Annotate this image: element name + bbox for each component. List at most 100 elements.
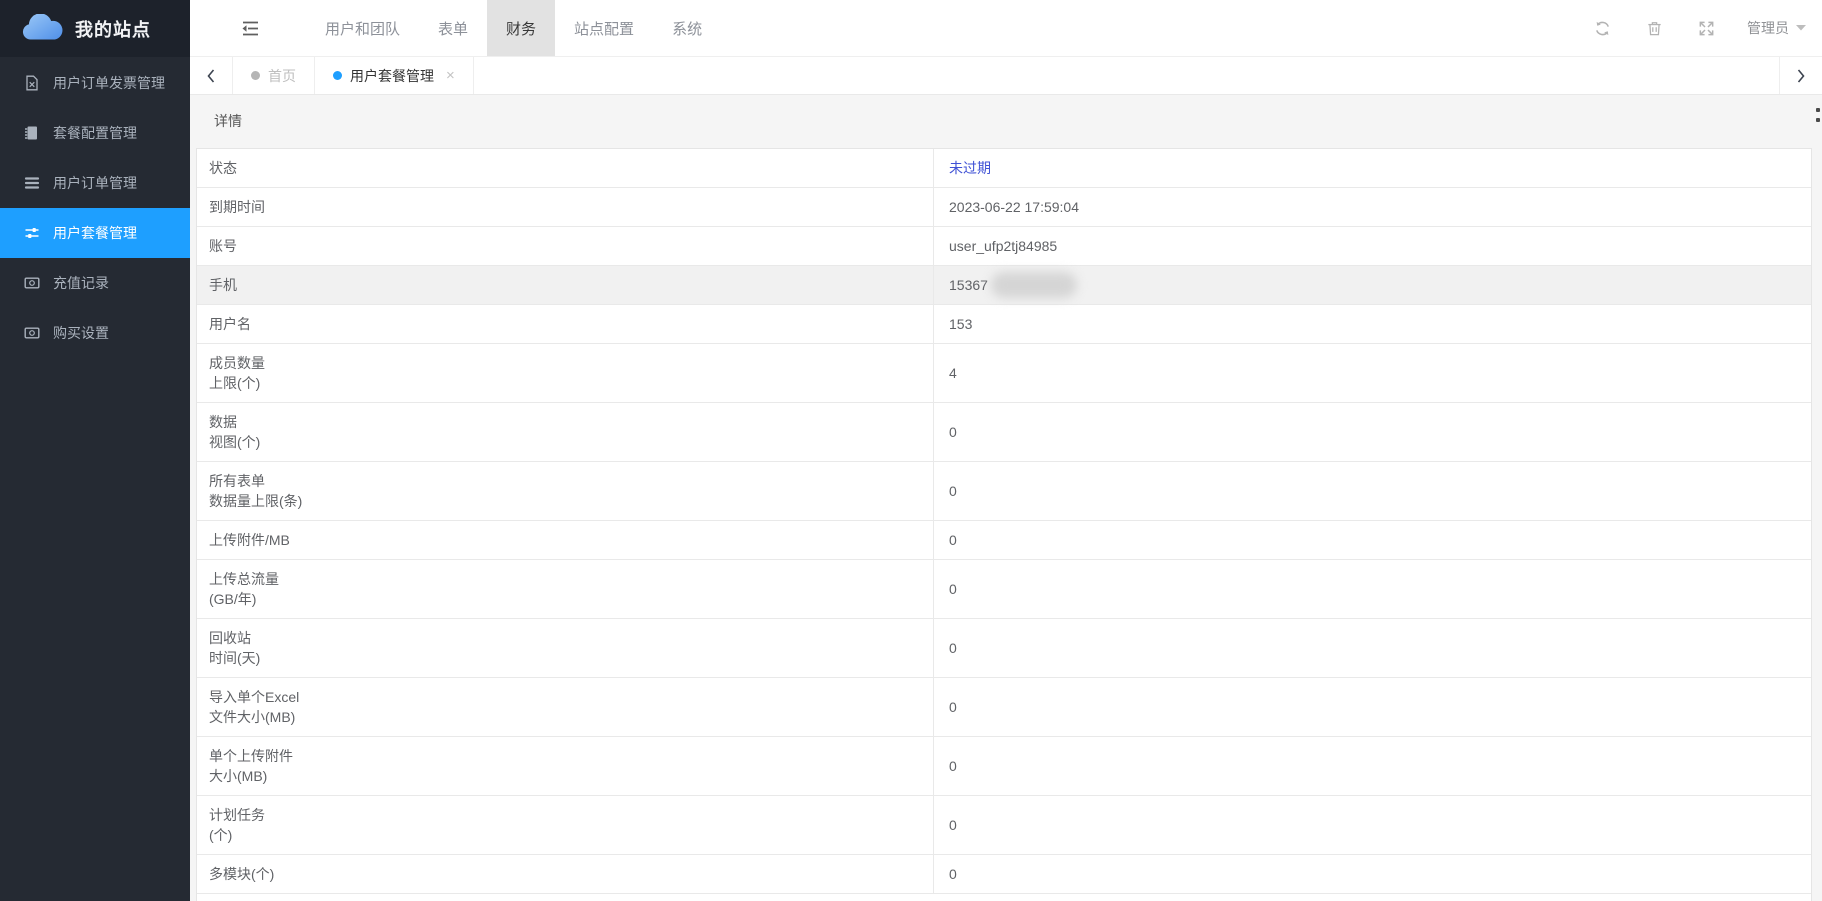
row-label: 上传总流量 (GB/年)	[197, 560, 934, 618]
table-row: 所有表单 数据量上限(条)0	[197, 462, 1811, 521]
table-row: 多模块(个)0	[197, 855, 1811, 894]
row-value: 0	[934, 737, 1811, 795]
row-label: 所有表单 数据量上限(条)	[197, 462, 934, 520]
row-value: user_ufp2tj84985	[934, 227, 1811, 265]
table-row: 上传附件/MB 0	[197, 521, 1811, 560]
row-label: 回收站 时间(天)	[197, 619, 934, 677]
caret-down-icon	[1796, 25, 1806, 31]
nav-item-system[interactable]: 系统	[653, 0, 721, 56]
row-value: 0	[934, 560, 1811, 618]
sidebar-item-label: 套餐配置管理	[53, 123, 137, 143]
detail-table: 状态未过期到期时间2023-06-22 17:59:04账号user_ufp2t…	[196, 148, 1812, 901]
collapse-sidebar-button[interactable]	[238, 18, 264, 38]
top-navbar: 用户和团队 表单 财务 站点配置 系统 管理员	[190, 0, 1822, 57]
sidebar-item-purchase-settings[interactable]: 购买设置	[0, 308, 190, 358]
row-value: 未过期	[934, 149, 1811, 187]
row-value: 153	[934, 305, 1811, 343]
nav-item-label: 用户和团队	[325, 18, 400, 39]
sidebar-item-recharge-records[interactable]: 充值记录	[0, 258, 190, 308]
row-value-text: 0	[949, 699, 957, 715]
row-label: 到期时间	[197, 188, 934, 226]
sidebar: 我的站点 用户订单发票管理 套餐配置管理 用户订单管理	[0, 0, 190, 901]
row-label: 数据 视图(个)	[197, 403, 934, 461]
fullscreen-button[interactable]	[1698, 20, 1715, 37]
row-value: 4	[934, 344, 1811, 402]
navbar-right: 管理员	[1559, 18, 1822, 38]
nav-item-label: 系统	[672, 18, 702, 39]
row-label: 计划任务 (个)	[197, 796, 934, 854]
row-value-text: 0	[949, 581, 957, 597]
sidebar-item-package-config[interactable]: 套餐配置管理	[0, 108, 190, 158]
table-row: 计划任务 (个) 0	[197, 796, 1811, 855]
sidebar-item-label: 用户订单管理	[53, 173, 137, 193]
nav-item-users-teams[interactable]: 用户和团队	[306, 0, 419, 56]
sidebar-menu: 用户订单发票管理 套餐配置管理 用户订单管理 用户套餐管理	[0, 57, 190, 358]
table-row: 账号user_ufp2tj84985	[197, 227, 1811, 266]
tabbar-spacer	[474, 57, 1779, 94]
tab-dot-icon	[333, 71, 342, 80]
tabs-scroll-left-button[interactable]	[190, 57, 233, 94]
more-indicator	[1816, 108, 1820, 122]
collapse-menu-icon	[238, 20, 262, 37]
row-value-text: 0	[949, 817, 957, 833]
table-row: 上传总流量 (GB/年) 0	[197, 560, 1811, 619]
table-row: 到期时间2023-06-22 17:59:04	[197, 188, 1811, 227]
banknote-icon	[24, 325, 40, 341]
tabs-scroll-right-button[interactable]	[1779, 57, 1822, 94]
sidebar-item-label: 用户套餐管理	[53, 223, 137, 243]
banknote-icon	[24, 275, 40, 291]
sidebar-item-user-order-invoice[interactable]: 用户订单发票管理	[0, 58, 190, 108]
nav-item-label: 财务	[506, 18, 536, 39]
row-value-text: 153	[949, 316, 972, 332]
sidebar-item-label: 购买设置	[53, 323, 109, 343]
nav-item-finance[interactable]: 财务	[487, 0, 555, 56]
row-value: 15367	[934, 266, 1811, 304]
sliders-icon	[24, 225, 40, 241]
nav-item-label: 站点配置	[574, 18, 634, 39]
sidebar-item-label: 充值记录	[53, 273, 109, 293]
nav-item-label: 表单	[438, 18, 468, 39]
row-value: 2023-06-22 17:59:04	[934, 188, 1811, 226]
row-label: 手机	[197, 266, 934, 304]
table-row: 用户名153	[197, 305, 1811, 344]
row-label: 多模块(个)	[197, 855, 934, 893]
main-area: 用户和团队 表单 财务 站点配置 系统 管理员	[190, 0, 1822, 901]
masked-value-blur	[991, 272, 1077, 298]
tab-dot-icon	[251, 71, 260, 80]
table-row-partial	[197, 894, 1811, 901]
row-label: 导入单个Excel 文件大小(MB)	[197, 678, 934, 736]
sidebar-item-user-packages[interactable]: 用户套餐管理	[0, 208, 190, 258]
row-value: 0	[934, 855, 1811, 893]
table-row: 成员数量 上限(个)4	[197, 344, 1811, 403]
row-value-text: 0	[949, 640, 957, 656]
table-row: 单个上传附件 大小(MB)0	[197, 737, 1811, 796]
status-link[interactable]: 未过期	[949, 158, 991, 178]
tab-home[interactable]: 首页	[233, 57, 315, 94]
nav-item-forms[interactable]: 表单	[419, 0, 487, 56]
cloud-logo-icon	[20, 14, 64, 43]
admin-label: 管理员	[1747, 18, 1789, 38]
refresh-icon	[1594, 20, 1611, 37]
order-list-icon	[24, 175, 40, 191]
tab-user-package-management[interactable]: 用户套餐管理 ×	[315, 57, 474, 94]
row-value: 0	[934, 521, 1811, 559]
sidebar-item-user-orders[interactable]: 用户订单管理	[0, 158, 190, 208]
row-value-text: 15367	[949, 277, 988, 293]
close-tab-icon[interactable]: ×	[446, 68, 455, 83]
row-value-text: 0	[949, 532, 957, 548]
table-row: 状态未过期	[197, 149, 1811, 188]
row-label: 上传附件/MB	[197, 521, 934, 559]
topnav: 用户和团队 表单 财务 站点配置 系统	[306, 0, 721, 56]
trash-icon	[1646, 20, 1663, 37]
row-label: 单个上传附件 大小(MB)	[197, 737, 934, 795]
table-row: 回收站 时间(天) 0	[197, 619, 1811, 678]
app-window: 我的站点 用户订单发票管理 套餐配置管理 用户订单管理	[0, 0, 1822, 901]
admin-menu[interactable]: 管理员	[1747, 18, 1806, 38]
sidebar-item-label: 用户订单发票管理	[53, 73, 165, 93]
trash-button[interactable]	[1646, 20, 1663, 37]
refresh-button[interactable]	[1594, 20, 1611, 37]
table-row: 数据 视图(个)0	[197, 403, 1811, 462]
nav-item-site-config[interactable]: 站点配置	[555, 0, 653, 56]
fullscreen-icon	[1698, 20, 1715, 37]
tab-bar: 首页 用户套餐管理 ×	[190, 57, 1822, 95]
